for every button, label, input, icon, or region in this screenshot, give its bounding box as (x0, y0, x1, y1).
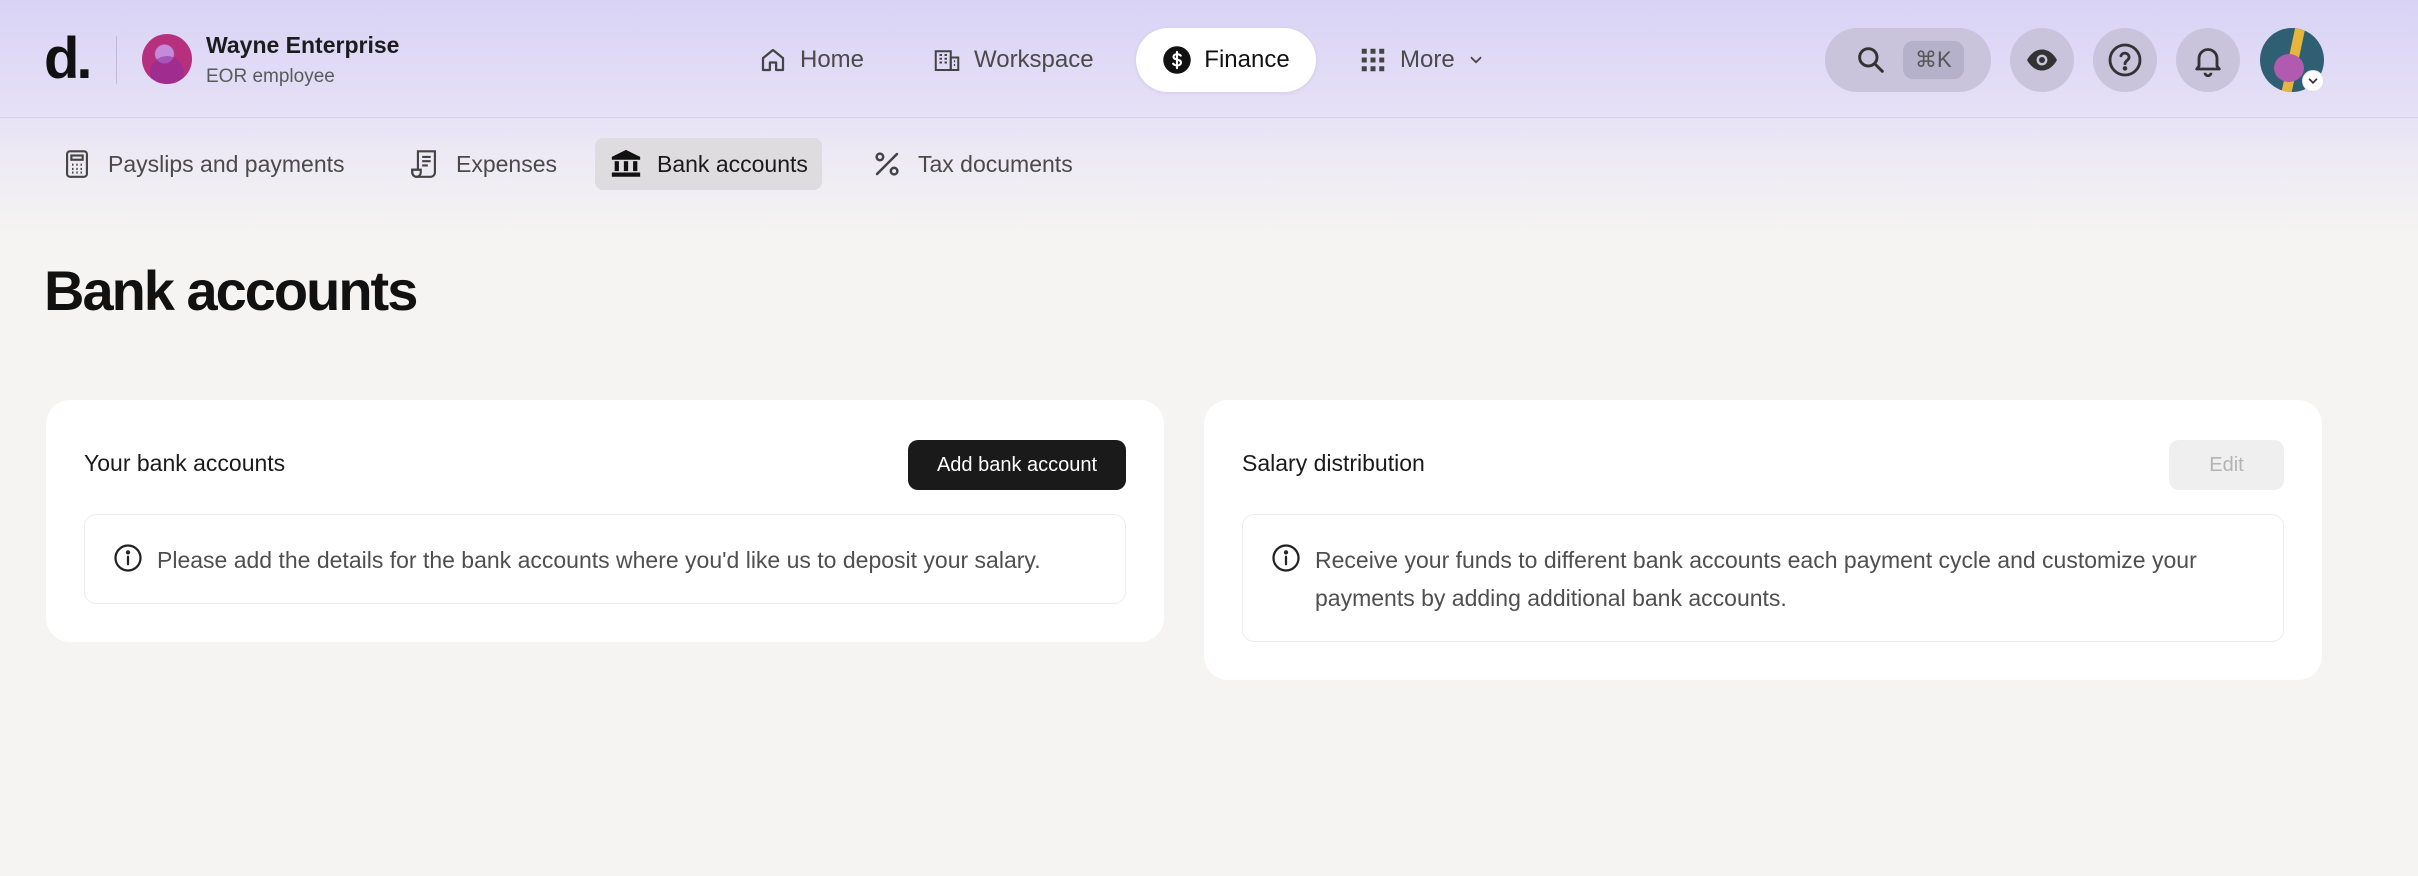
header-divider (116, 36, 117, 84)
nav-more[interactable]: More (1330, 28, 1513, 92)
nav-finance-label: Finance (1204, 46, 1290, 73)
dollar-circle-icon (1163, 46, 1192, 74)
eye-icon (2027, 49, 2057, 71)
organization-avatar[interactable] (142, 34, 192, 84)
organization-name[interactable]: Wayne Enterprise (206, 32, 399, 59)
salary-distribution-notice: Receive your funds to different bank acc… (1242, 514, 2284, 642)
home-icon (761, 48, 785, 72)
subnav-expenses-label: Expenses (456, 150, 558, 177)
preview-button[interactable] (2010, 28, 2074, 92)
subnav-tax-documents-label: Tax documents (918, 150, 1073, 177)
chevron-down-icon (1470, 56, 1482, 64)
add-bank-account-button[interactable]: Add bank account (908, 440, 1126, 490)
app-logo[interactable]: d. (44, 26, 93, 92)
nav-home[interactable]: Home (730, 28, 892, 92)
organization-role: EOR employee (206, 66, 335, 87)
nav-workspace[interactable]: Workspace (904, 28, 1122, 92)
search-shortcut: ⌘K (1903, 41, 1964, 79)
salary-distribution-notice-text: Receive your funds to different bank acc… (1315, 547, 2197, 611)
account-menu-toggle[interactable] (2302, 70, 2324, 92)
bell-icon (2195, 48, 2221, 78)
edit-salary-distribution-button[interactable]: Edit (2169, 440, 2284, 490)
subnav-expenses[interactable]: Expenses (394, 138, 571, 190)
bank-accounts-card: Your bank accounts Add bank account Plea… (46, 400, 1164, 642)
salary-distribution-card-title: Salary distribution (1242, 450, 1425, 476)
chevron-down-icon (2308, 78, 2318, 84)
help-icon (2108, 43, 2142, 77)
building-icon (934, 50, 960, 71)
salary-distribution-card: Salary distribution Edit Receive your fu… (1204, 400, 2322, 680)
info-icon (114, 544, 142, 572)
grid-icon (1361, 48, 1385, 72)
receipt-icon (411, 150, 436, 178)
search-icon (1858, 47, 1884, 73)
subnav-tax-documents[interactable]: Tax documents (856, 138, 1087, 190)
calculator-icon (66, 150, 88, 178)
subnav-payslips[interactable]: Payslips and payments (46, 138, 359, 190)
top-navigation-bar: d. Wayne Enterprise EOR employee Home Wo… (0, 0, 2418, 118)
nav-finance[interactable]: Finance (1136, 28, 1316, 92)
subnav-bank-accounts[interactable]: Bank accounts (595, 138, 822, 190)
search-button[interactable]: ⌘K (1825, 28, 1991, 92)
bank-accounts-card-title: Your bank accounts (84, 450, 286, 476)
notifications-button[interactable] (2176, 28, 2240, 92)
bank-icon (611, 149, 641, 177)
bank-accounts-notice: Please add the details for the bank acco… (84, 514, 1126, 604)
page-title: Bank accounts (44, 259, 418, 322)
nav-more-label: More (1400, 46, 1455, 73)
subnav-payslips-label: Payslips and payments (108, 150, 345, 177)
nav-home-label: Home (800, 46, 865, 73)
percent-icon (875, 152, 899, 176)
info-icon (1272, 544, 1300, 572)
subnav-bank-accounts-label: Bank accounts (657, 150, 808, 177)
help-button[interactable] (2093, 28, 2157, 92)
nav-workspace-label: Workspace (974, 46, 1094, 73)
bank-accounts-notice-text: Please add the details for the bank acco… (157, 547, 1041, 573)
